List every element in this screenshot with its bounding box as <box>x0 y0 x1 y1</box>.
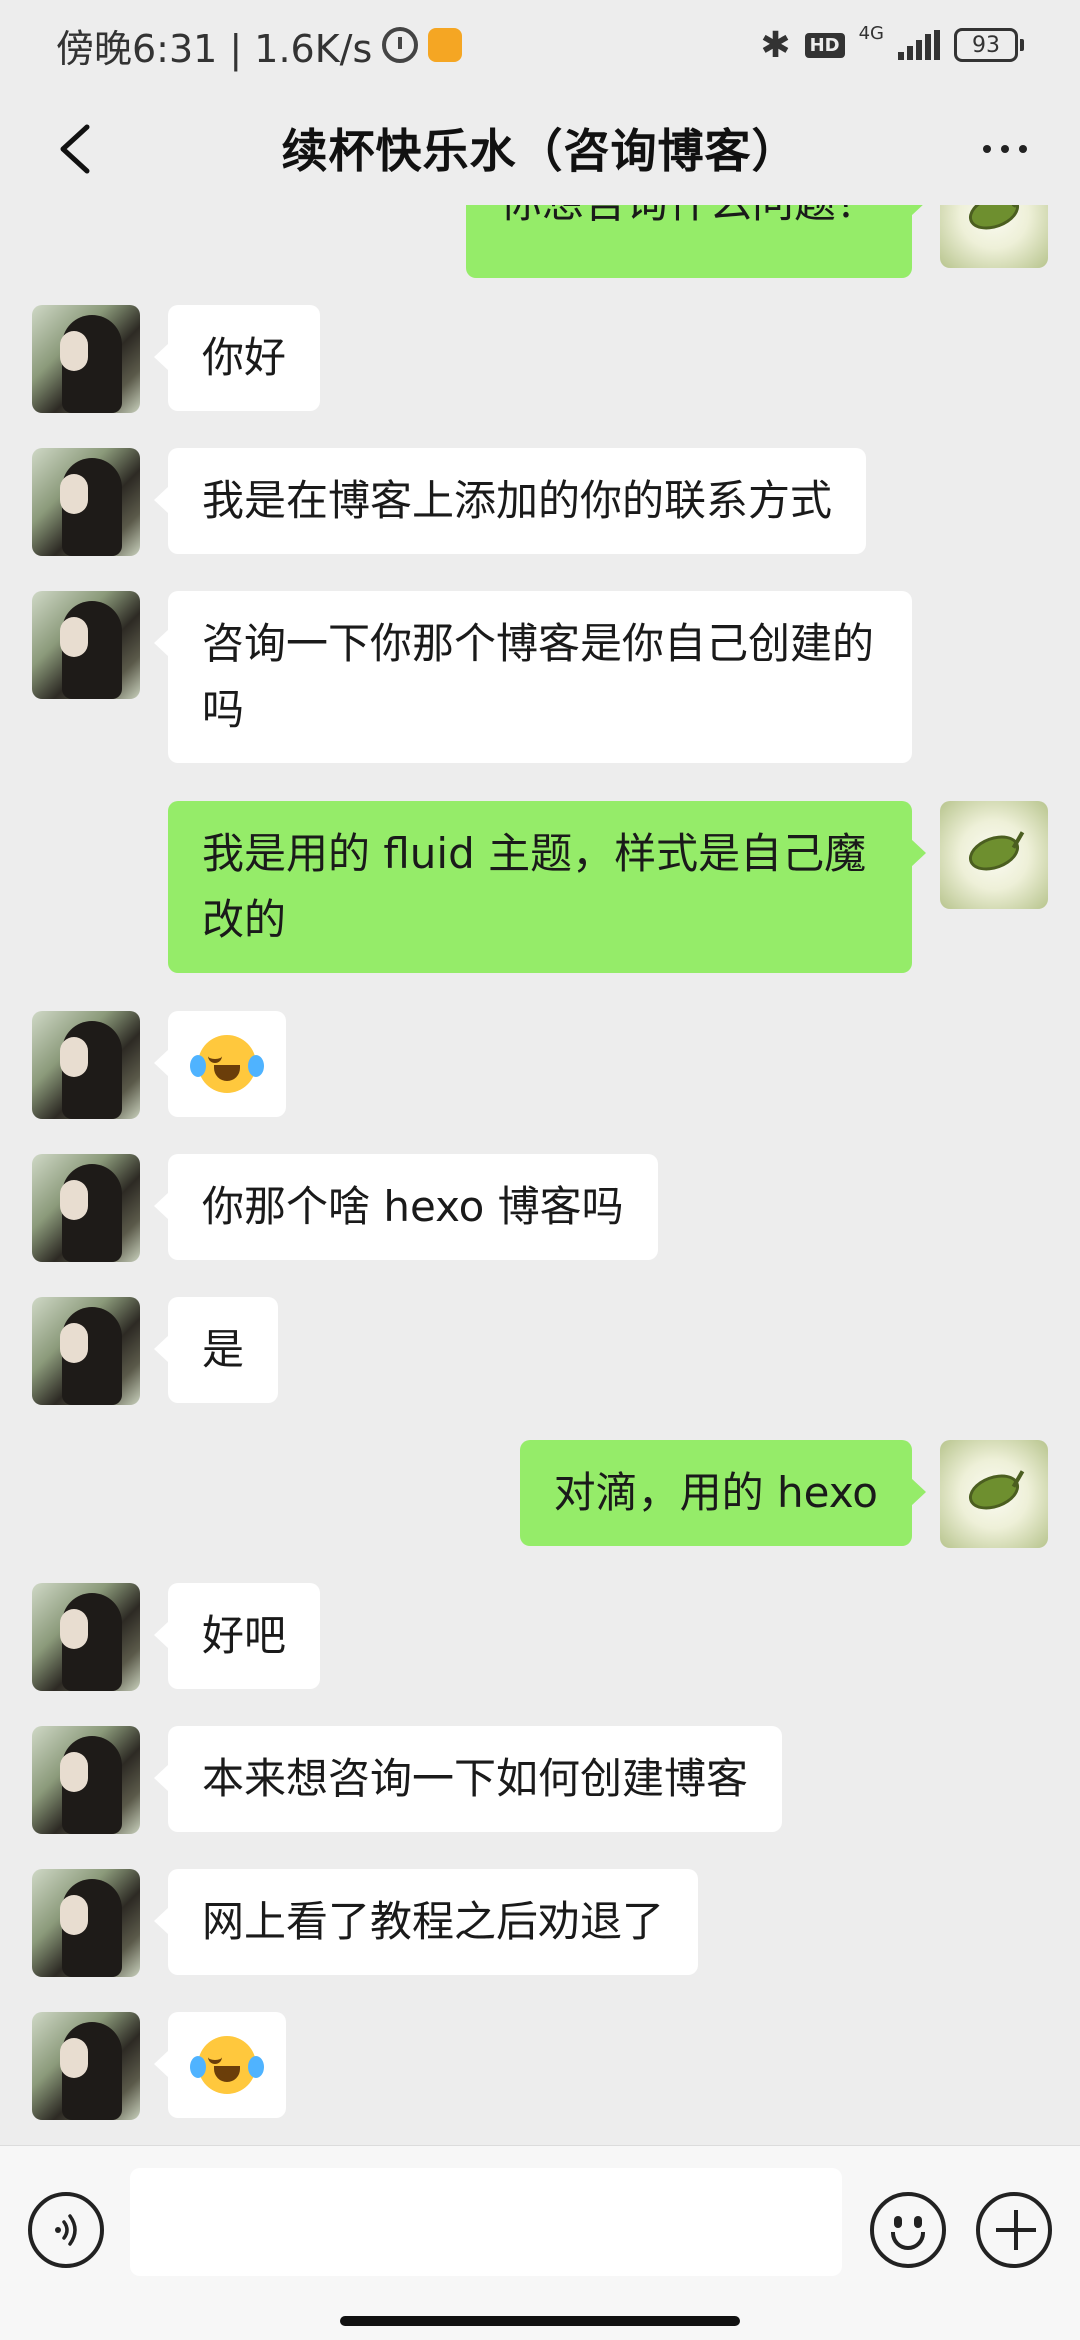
message-text: 对滴，用的 hexo <box>553 1468 878 1517</box>
contact-avatar[interactable] <box>32 2012 140 2120</box>
message-bubble-other[interactable]: 网上看了教程之后劝退了 <box>153 1869 699 1975</box>
contact-avatar[interactable] <box>32 1869 140 1977</box>
self-avatar[interactable] <box>940 1440 1048 1548</box>
more-options-button[interactable] <box>970 114 1040 184</box>
message-bubble-other[interactable]: 是 <box>153 1297 279 1403</box>
message-bubble-other[interactable]: 我是在博客上添加的你的联系方式 <box>153 448 867 554</box>
battery-level: 93 <box>954 28 1018 62</box>
message-text: 是 <box>202 1325 245 1374</box>
chat-header: 续杯快乐水（咨询博客） <box>0 90 1080 205</box>
status-left: 傍晚6:31 | 1.6K/s <box>56 18 463 73</box>
alarm-icon <box>382 27 419 63</box>
message-bubble-self[interactable]: 对滴，用的 hexo <box>519 1440 927 1546</box>
status-right: ✱ HD 4G 93 <box>760 22 1024 66</box>
chevron-left-icon <box>60 124 90 174</box>
contact-avatar[interactable] <box>32 1583 140 1691</box>
message-bubble-other[interactable]: 你那个啥 hexo 博客吗 <box>154 1154 658 1260</box>
eye-icon <box>914 2216 922 2228</box>
message-bubble-other[interactable]: 好吧 <box>153 1583 321 1689</box>
self-avatar[interactable] <box>940 205 1048 268</box>
message-text: 我是在博客上添加的你的联系方式 <box>202 476 833 525</box>
tears-of-joy-emoji-icon <box>190 1034 264 1093</box>
dot-icon <box>1019 145 1027 153</box>
contact-avatar[interactable] <box>32 1726 140 1834</box>
message-text: 你好 <box>202 333 287 382</box>
message-text: 你想咨询什么问题？ <box>500 205 878 227</box>
dot-icon <box>983 145 991 153</box>
message-bubble-other[interactable]: 本来想咨询一下如何创建博客 <box>153 1726 783 1832</box>
message-bubble-self[interactable]: 你想咨询什么问题？ <box>465 205 927 278</box>
contact-avatar[interactable] <box>32 305 140 413</box>
status-time-text: 傍晚6:31 | 1.6K/s <box>56 26 373 71</box>
input-bar <box>0 2145 1080 2340</box>
message-text: 好吧 <box>202 1611 287 1660</box>
more-functions-button[interactable] <box>976 2192 1052 2268</box>
dot-icon <box>1001 145 1009 153</box>
tears-of-joy-emoji-icon <box>190 2035 264 2094</box>
eye-icon <box>894 2216 902 2228</box>
network-label: 4G <box>858 22 884 44</box>
voice-icon <box>55 2214 77 2246</box>
contact-avatar[interactable] <box>32 1297 140 1405</box>
contact-avatar[interactable] <box>32 448 140 556</box>
message-bubble-other[interactable]: 咨询一下你那个博客是你自己创建的吗 <box>154 591 912 763</box>
message-text: 你那个啥 hexo 博客吗 <box>202 1182 624 1231</box>
battery-icon: 93 <box>954 28 1024 62</box>
home-indicator[interactable] <box>340 2316 740 2326</box>
status-bar: 傍晚6:31 | 1.6K/s ✱ HD 4G 93 <box>0 0 1080 90</box>
message-text: 网上看了教程之后劝退了 <box>202 1897 665 1946</box>
chat-area[interactable]: 你想咨询什么问题？ 你好 我是在博客上添加的你的联系方式 咨询一下你那个博客是你… <box>0 205 1080 2145</box>
contact-avatar[interactable] <box>32 1154 140 1262</box>
message-bubble-other[interactable] <box>154 1011 286 1117</box>
voice-input-button[interactable] <box>28 2192 104 2268</box>
notification-icon <box>428 28 463 62</box>
smile-icon <box>891 2232 925 2250</box>
bluetooth-icon: ✱ <box>760 24 791 66</box>
message-text: 本来想咨询一下如何创建博客 <box>202 1754 749 1803</box>
signal-icon <box>898 30 940 60</box>
emoji-button[interactable] <box>870 2192 946 2268</box>
message-text: 咨询一下你那个博客是你自己创建的吗 <box>202 619 875 734</box>
message-input[interactable] <box>130 2168 842 2276</box>
contact-avatar[interactable] <box>32 591 140 699</box>
message-bubble-other[interactable] <box>154 2012 286 2118</box>
contact-avatar[interactable] <box>32 1011 140 1119</box>
hd-badge: HD <box>804 32 845 58</box>
self-avatar[interactable] <box>940 801 1048 909</box>
message-text: 我是用的 fluid 主题，样式是自己魔改的 <box>202 829 867 944</box>
back-button[interactable] <box>40 114 110 184</box>
chat-title: 续杯快乐水（咨询博客） <box>281 123 799 178</box>
message-bubble-self[interactable]: 我是用的 fluid 主题，样式是自己魔改的 <box>168 801 926 973</box>
message-bubble-other[interactable]: 你好 <box>153 305 321 411</box>
